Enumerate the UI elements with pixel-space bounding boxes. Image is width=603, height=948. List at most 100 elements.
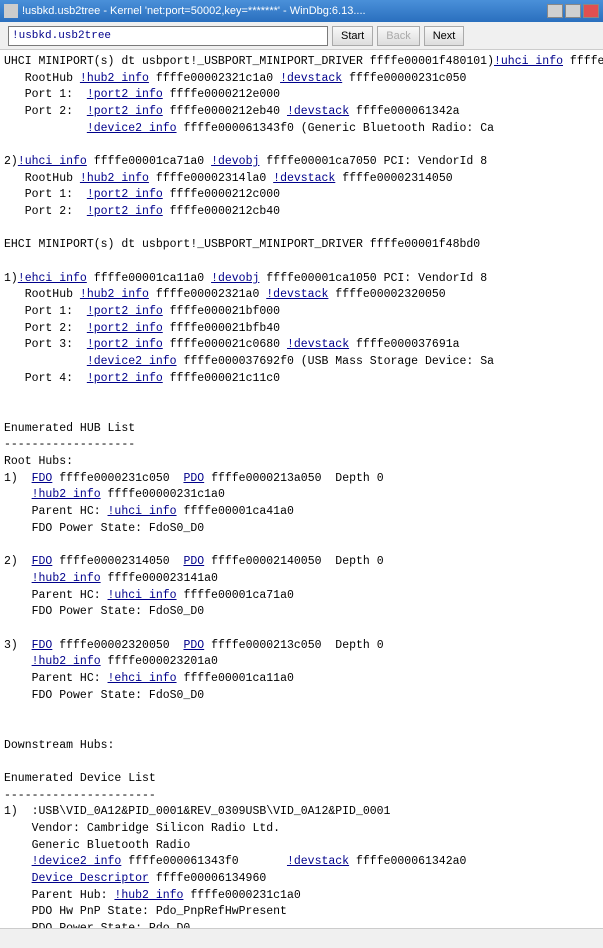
content-line: !device2 info ffffe000061343f0 !devstack… <box>4 854 599 871</box>
window-title: !usbkd.usb2tree - Kernel 'net:port=50002… <box>22 5 366 17</box>
content-line <box>4 537 599 554</box>
debug-link[interactable]: FDO <box>32 639 53 652</box>
content-line: !device2 info ffffe000037692f0 (USB Mass… <box>4 354 599 371</box>
content-line: Port 4: !port2 info ffffe000021c11c0 <box>4 371 599 388</box>
content-line: RootHub !hub2 info ffffe00002321c1a0 !de… <box>4 71 599 88</box>
content-line <box>4 387 599 404</box>
debug-link[interactable]: !port2 info <box>87 322 163 335</box>
content-line <box>4 754 599 771</box>
start-button[interactable]: Start <box>332 26 373 46</box>
content-line: EHCI MINIPORT(s) dt usbport!_USBPORT_MIN… <box>4 237 599 254</box>
content-line <box>4 404 599 421</box>
content-line: Device Descriptor ffffe00006134960 <box>4 871 599 888</box>
status-bar <box>0 928 603 948</box>
debug-link[interactable]: !hub2 info <box>80 172 149 185</box>
content-line: RootHub !hub2 info ffffe00002314la0 !dev… <box>4 171 599 188</box>
content-line: !hub2 info ffffe00000231c1a0 <box>4 487 599 504</box>
content-line <box>4 221 599 238</box>
content-line <box>4 254 599 271</box>
command-input[interactable] <box>8 26 328 46</box>
debug-link[interactable]: !uhci info <box>18 155 87 168</box>
title-bar-left: !usbkd.usb2tree - Kernel 'net:port=50002… <box>4 4 366 18</box>
debug-link[interactable]: !port2 info <box>87 188 163 201</box>
content-line: Port 2: !port2 info ffffe0000212cb40 <box>4 204 599 221</box>
debug-link[interactable]: !hub2 info <box>80 288 149 301</box>
content-line: !device2 info ffffe000061343f0 (Generic … <box>4 121 599 138</box>
content-line: Parent HC: !uhci info ffffe00001ca71a0 <box>4 588 599 605</box>
debug-link[interactable]: PDO <box>183 639 204 652</box>
content-line: PDO Power State: Pdo_D0 <box>4 921 599 928</box>
content-area[interactable]: UHCI MINIPORT(s) dt usbport!_USBPORT_MIN… <box>0 50 603 928</box>
content-line: Generic Bluetooth Radio <box>4 838 599 855</box>
minimize-button[interactable] <box>547 4 563 18</box>
debug-link[interactable]: !devstack <box>280 72 342 85</box>
debug-link[interactable]: !uhci info <box>494 55 563 68</box>
app-icon <box>4 4 18 18</box>
debug-link[interactable]: !port2 info <box>87 372 163 385</box>
debug-link[interactable]: !hub2 info <box>80 72 149 85</box>
content-line: Port 1: !port2 info ffffe0000212c000 <box>4 187 599 204</box>
content-line: 2) FDO ffffe00002314050 PDO ffffe0000214… <box>4 554 599 571</box>
content-line: Downstream Hubs: <box>4 738 599 755</box>
maximize-button[interactable] <box>565 4 581 18</box>
content-line: Vendor: Cambridge Silicon Radio Ltd. <box>4 821 599 838</box>
debug-link[interactable]: !uhci info <box>108 589 177 602</box>
content-line: 1)!ehci info ffffe00001ca11a0 !devobj ff… <box>4 271 599 288</box>
content-line: 1) :USB\VID_0A12&PID_0001&REV_0309USB\VI… <box>4 804 599 821</box>
close-button[interactable] <box>583 4 599 18</box>
content-line: Enumerated HUB List <box>4 421 599 438</box>
content-line: ------------------- <box>4 437 599 454</box>
debug-link[interactable]: !uhci info <box>108 505 177 518</box>
content-line: Parent HC: !ehci info ffffe00001ca11a0 <box>4 671 599 688</box>
debug-link[interactable]: !port2 info <box>87 338 163 351</box>
debug-link[interactable]: !device2 info <box>32 855 122 868</box>
content-line: Parent HC: !uhci info ffffe00001ca41a0 <box>4 504 599 521</box>
debug-link[interactable]: !port2 info <box>87 205 163 218</box>
content-line <box>4 621 599 638</box>
back-button[interactable]: Back <box>377 26 419 46</box>
debug-link[interactable]: !hub2 info <box>114 889 183 902</box>
content-line: Port 1: !port2 info ffffe0000212e000 <box>4 87 599 104</box>
content-line: Port 3: !port2 info ffffe000021c0680 !de… <box>4 337 599 354</box>
debug-link[interactable]: !devstack <box>266 288 328 301</box>
content-line: PDO Hw PnP State: Pdo_PnpRefHwPresent <box>4 904 599 921</box>
debug-link[interactable]: !hub2 info <box>32 488 101 501</box>
debug-link[interactable]: PDO <box>183 472 204 485</box>
debug-link[interactable]: !devstack <box>287 338 349 351</box>
debug-link[interactable]: !devstack <box>287 855 349 868</box>
content-line: FDO Power State: FdoS0_D0 <box>4 521 599 538</box>
debug-link[interactable]: !device2 info <box>87 355 177 368</box>
content-line: 1) FDO ffffe0000231c050 PDO ffffe0000213… <box>4 471 599 488</box>
content-line: !hub2 info ffffe000023201a0 <box>4 654 599 671</box>
content-line: FDO Power State: FdoS0_D0 <box>4 688 599 705</box>
debug-link[interactable]: !device2 info <box>87 122 177 135</box>
content-line: Enumerated Device List <box>4 771 599 788</box>
debug-link[interactable]: !devstack <box>287 105 349 118</box>
debug-link[interactable]: !port2 info <box>87 105 163 118</box>
debug-link[interactable]: FDO <box>32 472 53 485</box>
debug-link[interactable]: FDO <box>32 555 53 568</box>
main-area: UHCI MINIPORT(s) dt usbport!_USBPORT_MIN… <box>0 50 603 928</box>
debug-link[interactable]: !port2 info <box>87 305 163 318</box>
debug-link[interactable]: !ehci info <box>108 672 177 685</box>
debug-link[interactable]: !devobj <box>211 155 259 168</box>
content-line: Port 1: !port2 info ffffe000021bf000 <box>4 304 599 321</box>
debug-link[interactable]: !port2 info <box>87 88 163 101</box>
debug-link[interactable]: !ehci info <box>18 272 87 285</box>
debug-link[interactable]: !hub2 info <box>32 572 101 585</box>
debug-link[interactable]: PDO <box>183 555 204 568</box>
debug-link[interactable]: !hub2 info <box>32 655 101 668</box>
content-line <box>4 137 599 154</box>
content-line <box>4 721 599 738</box>
debug-link[interactable]: !devobj <box>211 272 259 285</box>
next-button[interactable]: Next <box>424 26 465 46</box>
content-line: RootHub !hub2 info ffffe00002321a0 !devs… <box>4 287 599 304</box>
debug-link[interactable]: Device Descriptor <box>32 872 149 885</box>
debug-link[interactable]: !devstack <box>273 172 335 185</box>
title-bar: !usbkd.usb2tree - Kernel 'net:port=50002… <box>0 0 603 22</box>
content-line: UHCI MINIPORT(s) dt usbport!_USBPORT_MIN… <box>4 54 599 71</box>
content-line: Root Hubs: <box>4 454 599 471</box>
content-line: Port 2: !port2 info ffffe000021bfb40 <box>4 321 599 338</box>
title-buttons <box>547 4 599 18</box>
content-line: Parent Hub: !hub2 info ffffe0000231c1a0 <box>4 888 599 905</box>
